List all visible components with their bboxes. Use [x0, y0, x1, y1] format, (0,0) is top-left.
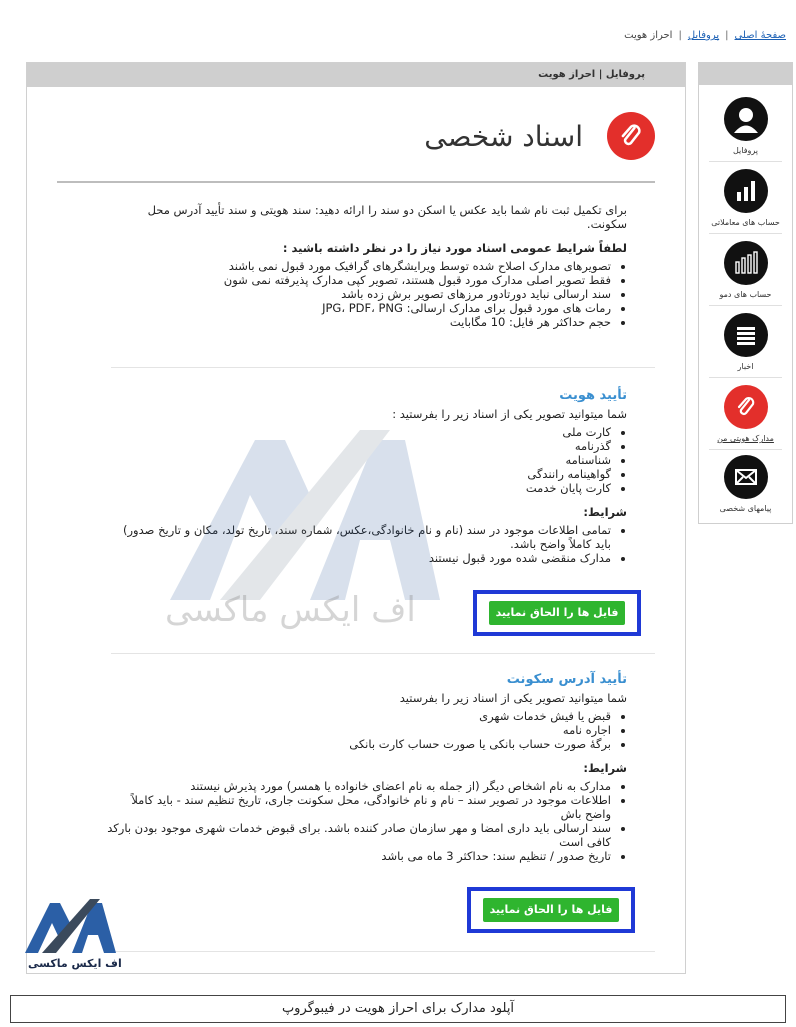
attach-files-button[interactable]: فایل ها را الحاق نمایید	[489, 601, 625, 625]
list-item: کارت ملی	[107, 425, 611, 439]
general-heading: لطفاً شرایط عمومی اسناد مورد نیاز را در …	[282, 241, 627, 255]
breadcrumb-separator: |	[725, 30, 729, 41]
list-item: اجاره نامه	[107, 723, 611, 737]
sidebar: پروفایل حساب های معاملاتی حساب های دمو ا…	[698, 62, 793, 524]
address-conditions-list: مدارک به نام اشخاص دیگر (از جمله به نام …	[107, 779, 627, 863]
address-docs-list: قبض یا فیش خدمات شهری اجاره نامه برگهٔ ص…	[107, 709, 627, 751]
sidebar-item-label: مدارک هویتی من	[717, 434, 774, 443]
title-divider	[57, 181, 655, 183]
list-item: گذرنامه	[107, 439, 611, 453]
documents-panel: پروفایل | احراز هویت اسناد شخصی برای تکم…	[26, 62, 686, 974]
upload-highlight: فایل ها را الحاق نمایید	[467, 887, 635, 933]
breadcrumb-separator: |	[678, 30, 682, 41]
bar-chart-icon	[723, 169, 768, 213]
identity-section: تأیید هویت شما میتوانید تصویر یکی از اسن…	[107, 388, 627, 566]
list-item: مدارک به نام اشخاص دیگر (از جمله به نام …	[107, 779, 611, 793]
sidebar-item-label: پیامهای شخصی	[719, 504, 772, 513]
address-lead: شما میتوانید تصویر یکی از اسناد زیر را ب…	[399, 691, 627, 705]
sidebar-item-label: حساب های معاملاتی	[711, 218, 780, 227]
upload-highlight: فایل ها را الحاق نمایید	[473, 590, 641, 636]
mail-icon	[723, 455, 768, 499]
general-info: برای تکمیل ثبت نام شما باید عکس یا اسکن …	[107, 203, 627, 329]
brand-logo-icon	[25, 899, 116, 953]
list-item: کارت پایان خدمت	[107, 481, 611, 495]
brand-logo: اف ایکس ماکسی	[10, 895, 122, 975]
section-divider	[111, 367, 655, 368]
list-item: تمامی اطلاعات موجود در سند (نام و نام خا…	[107, 523, 611, 551]
watermark-text: اف ایکس ماکسی	[165, 590, 416, 630]
list-item: اطلاعات موجود در تصویر سند – نام و نام خ…	[107, 793, 611, 821]
page-title-row: اسناد شخصی	[424, 111, 655, 161]
sidebar-item-label: حساب های دمو	[719, 290, 772, 299]
sidebar-item-news[interactable]: اخبار	[699, 313, 792, 371]
divider	[709, 449, 782, 450]
list-item: حجم حداکثر هر فایل: 10 مگابایت	[107, 315, 611, 329]
identity-conditions-heading: شرایط:	[583, 505, 627, 519]
image-caption: آپلود مدارک برای احراز هویت در فیبوگروپ	[10, 995, 786, 1023]
list-item: رمات های مورد قبول برای مدارک ارسالی: JP…	[107, 301, 611, 315]
identity-title: تأیید هویت	[559, 388, 627, 403]
address-section: تأیید آدرس سکونت شما میتوانید تصویر یکی …	[107, 672, 627, 864]
section-divider	[111, 653, 655, 654]
paperclip-icon	[607, 112, 655, 160]
divider	[709, 305, 782, 306]
list-item: فقط تصویر اصلی مدارک مورد قبول هستند، تص…	[107, 273, 611, 287]
general-conditions-list: تصویرهای مدارک اصلاح شده توسط ویرایشگرها…	[107, 259, 627, 329]
list-item: قبض یا فیش خدمات شهری	[107, 709, 611, 723]
list-item: تاریخ صدور / تنظیم سند: حداکثر 3 ماه می …	[107, 849, 611, 863]
attach-files-button[interactable]: فایل ها را الحاق نمایید	[483, 898, 619, 922]
address-conditions-heading: شرایط:	[583, 761, 627, 775]
list-item: تصویرهای مدارک اصلاح شده توسط ویرایشگرها…	[107, 259, 611, 273]
list-item: گواهینامه رانندگی	[107, 467, 611, 481]
breadcrumb-home-link[interactable]: صفحهٔ اصلی	[735, 30, 786, 41]
address-title: تأیید آدرس سکونت	[506, 672, 627, 687]
intro-text: برای تکمیل ثبت نام شما باید عکس یا اسکن …	[147, 203, 627, 231]
page-title: اسناد شخصی	[424, 119, 583, 153]
brand-logo-text: اف ایکس ماکسی	[28, 957, 122, 970]
panel-header: پروفایل | احراز هویت	[27, 63, 685, 87]
list-item: برگهٔ صورت حساب بانکی یا صورت حساب کارت …	[107, 737, 611, 751]
breadcrumb-current: احراز هویت	[624, 30, 673, 41]
divider	[709, 377, 782, 378]
user-icon	[723, 97, 768, 141]
news-icon	[723, 313, 768, 357]
list-item: سند ارسالی باید داری امضا و مهر سازمان ص…	[107, 821, 611, 849]
sidebar-item-label: اخبار	[737, 362, 754, 371]
list-item: سند ارسالی نباید دورتادور مرزهای تصویر ب…	[107, 287, 611, 301]
breadcrumb: صفحهٔ اصلی | پروفایل | احراز هویت	[624, 30, 786, 41]
identity-docs-list: کارت ملی گذرنامه شناسنامه گواهینامه رانن…	[107, 425, 627, 495]
sidebar-item-label: پروفایل	[732, 146, 759, 155]
paperclip-icon	[723, 385, 768, 429]
list-item: شناسنامه	[107, 453, 611, 467]
divider	[709, 233, 782, 234]
breadcrumb-profile-link[interactable]: پروفایل	[688, 30, 719, 41]
sidebar-item-demo-accounts[interactable]: حساب های دمو	[699, 241, 792, 299]
sidebar-item-my-documents[interactable]: مدارک هویتی من	[699, 385, 792, 443]
sidebar-header	[699, 63, 792, 85]
divider	[709, 161, 782, 162]
sidebar-item-messages[interactable]: پیامهای شخصی	[699, 455, 792, 513]
sidebar-item-profile[interactable]: پروفایل	[699, 97, 792, 155]
demo-chart-icon	[723, 241, 768, 285]
identity-lead: شما میتوانید تصویر یکی از اسناد زیر را ب…	[392, 407, 627, 421]
sidebar-item-trading-accounts[interactable]: حساب های معاملاتی	[699, 169, 792, 227]
list-item: مدارک منقضی شده مورد قبول نیستند	[107, 551, 611, 565]
identity-conditions-list: تمامی اطلاعات موجود در سند (نام و نام خا…	[107, 523, 627, 565]
section-divider	[111, 951, 655, 952]
